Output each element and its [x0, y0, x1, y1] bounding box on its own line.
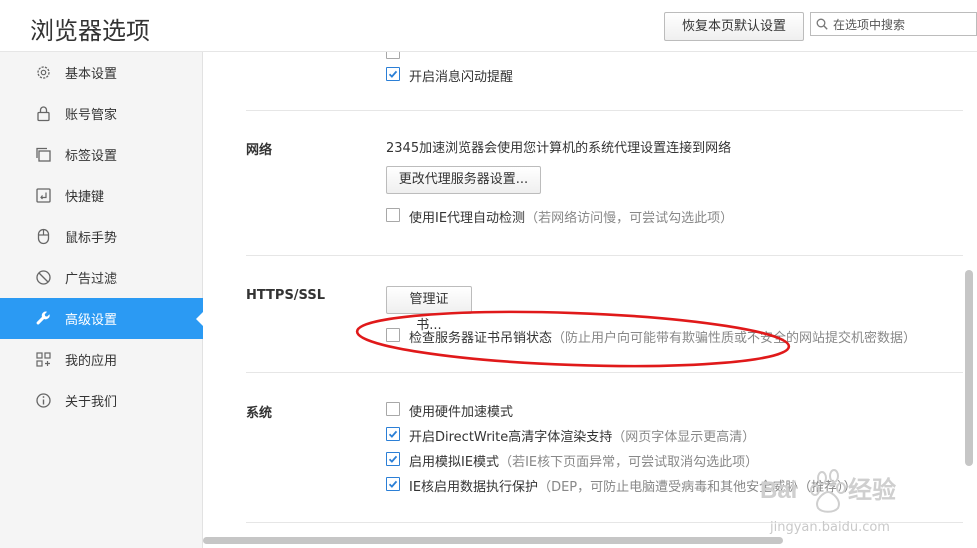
flash-reminder-checkbox[interactable]	[386, 67, 400, 81]
sidebar-item-tabs[interactable]: 标签设置	[0, 134, 203, 175]
header-bar: 浏览器选项 恢复本页默认设置 在选项中搜索	[0, 0, 977, 52]
network-description: 2345加速浏览器会使用您计算机的系统代理设置连接到网络	[386, 141, 732, 156]
search-icon	[816, 18, 828, 30]
sidebar-item-advanced[interactable]: 高级设置	[0, 298, 204, 339]
sidebar-item-gestures[interactable]: 鼠标手势	[0, 216, 203, 257]
ie-proxy-hint: （若网络访问慢，可尝试勾选此项）	[525, 211, 734, 226]
sidebar-item-about[interactable]: 关于我们	[0, 380, 203, 421]
ie-emulation-checkbox[interactable]	[386, 452, 400, 466]
sidebar-item-label: 快捷键	[65, 190, 105, 205]
horizontal-scrollbar-thumb[interactable]	[203, 537, 783, 544]
block-icon	[36, 270, 51, 285]
ie-emulation-hint: （若IE核下页面异常，可尝试取消勾选此项）	[499, 455, 759, 470]
network-section-label: 网络	[246, 143, 273, 158]
keyboard-icon	[36, 188, 51, 203]
sidebar-item-label: 账号管家	[65, 108, 118, 123]
directwrite-hint: （网页字体显示更高清）	[612, 430, 756, 445]
check-icon	[388, 455, 398, 463]
system-option: 开启DirectWrite高清字体渲染支持（网页字体显示更高清）	[409, 426, 755, 445]
https-section-label: HTTPS/SSL	[246, 288, 325, 303]
hidden-row-checkbox[interactable]	[386, 52, 400, 59]
section-divider	[246, 255, 963, 256]
page-title: 浏览器选项	[30, 17, 150, 45]
flash-reminder-label: 开启消息闪动提醒	[409, 70, 514, 85]
restore-defaults-button[interactable]: 恢复本页默认设置	[664, 12, 804, 41]
options-search-input[interactable]: 在选项中搜索	[810, 12, 977, 36]
info-icon	[36, 393, 51, 408]
ie-emulation-label: 启用模拟IE模式	[409, 455, 500, 470]
check-icon	[388, 70, 398, 78]
system-section-label: 系统	[246, 406, 273, 421]
wrench-icon	[36, 311, 50, 325]
sidebar-item-label: 鼠标手势	[65, 231, 118, 246]
svg-text:经验: 经验	[848, 476, 896, 504]
sidebar-item-label: 标签设置	[65, 149, 118, 164]
ie-proxy-label: 使用IE代理自动检测	[409, 211, 526, 226]
change-proxy-button[interactable]: 更改代理服务器设置...	[386, 166, 541, 194]
settings-content: 开启消息闪动提醒 网络 2345加速浏览器会使用您计算机的系统代理设置连接到网络…	[203, 52, 963, 536]
ie-proxy-option: 使用IE代理自动检测（若网络访问慢，可尝试勾选此项）	[409, 207, 733, 226]
sidebar-item-label: 广告过滤	[65, 272, 118, 287]
search-placeholder: 在选项中搜索	[833, 18, 906, 32]
section-divider	[246, 110, 963, 111]
hardware-accel-label: 使用硬件加速模式	[409, 405, 514, 420]
sidebar-item-accounts[interactable]: 账号管家	[0, 93, 203, 134]
sidebar-item-label: 高级设置	[65, 313, 118, 328]
baidu-watermark-logo: Bai 经验	[760, 469, 896, 513]
check-icon	[388, 480, 398, 488]
ie-proxy-checkbox[interactable]	[386, 208, 400, 222]
check-icon	[388, 430, 398, 438]
sidebar-item-label: 基本设置	[65, 67, 118, 82]
sidebar-item-label: 关于我们	[65, 395, 118, 410]
vertical-scrollbar-thumb[interactable]	[965, 270, 973, 466]
sidebar: 基本设置 账号管家 标签设置 快捷键 鼠标手势 广告过滤 高级设置 我的应用 关…	[0, 52, 204, 548]
gear-icon	[37, 66, 50, 79]
tabs-icon	[36, 147, 51, 162]
hardware-accel-checkbox[interactable]	[386, 402, 400, 416]
dep-checkbox[interactable]	[386, 477, 400, 491]
lock-icon	[37, 106, 50, 122]
system-option: 启用模拟IE模式（若IE核下页面异常，可尝试取消勾选此项）	[409, 451, 758, 470]
apps-icon	[36, 352, 51, 367]
sidebar-item-adblock[interactable]: 广告过滤	[0, 257, 203, 298]
dep-label: IE核启用数据执行保护	[409, 480, 539, 495]
sidebar-item-shortcuts[interactable]: 快捷键	[0, 175, 203, 216]
sidebar-item-apps[interactable]: 我的应用	[0, 339, 203, 380]
directwrite-checkbox[interactable]	[386, 427, 400, 441]
sidebar-item-basic[interactable]: 基本设置	[0, 52, 203, 93]
svg-text:Bai: Bai	[760, 477, 797, 504]
watermark-url: jingyan.baidu.com	[770, 520, 890, 535]
red-annotation-ellipse	[355, 310, 791, 368]
sidebar-item-label: 我的应用	[65, 354, 118, 369]
mouse-icon	[37, 228, 50, 245]
system-option: 使用硬件加速模式	[409, 401, 513, 420]
directwrite-label: 开启DirectWrite高清字体渲染支持	[409, 430, 613, 445]
